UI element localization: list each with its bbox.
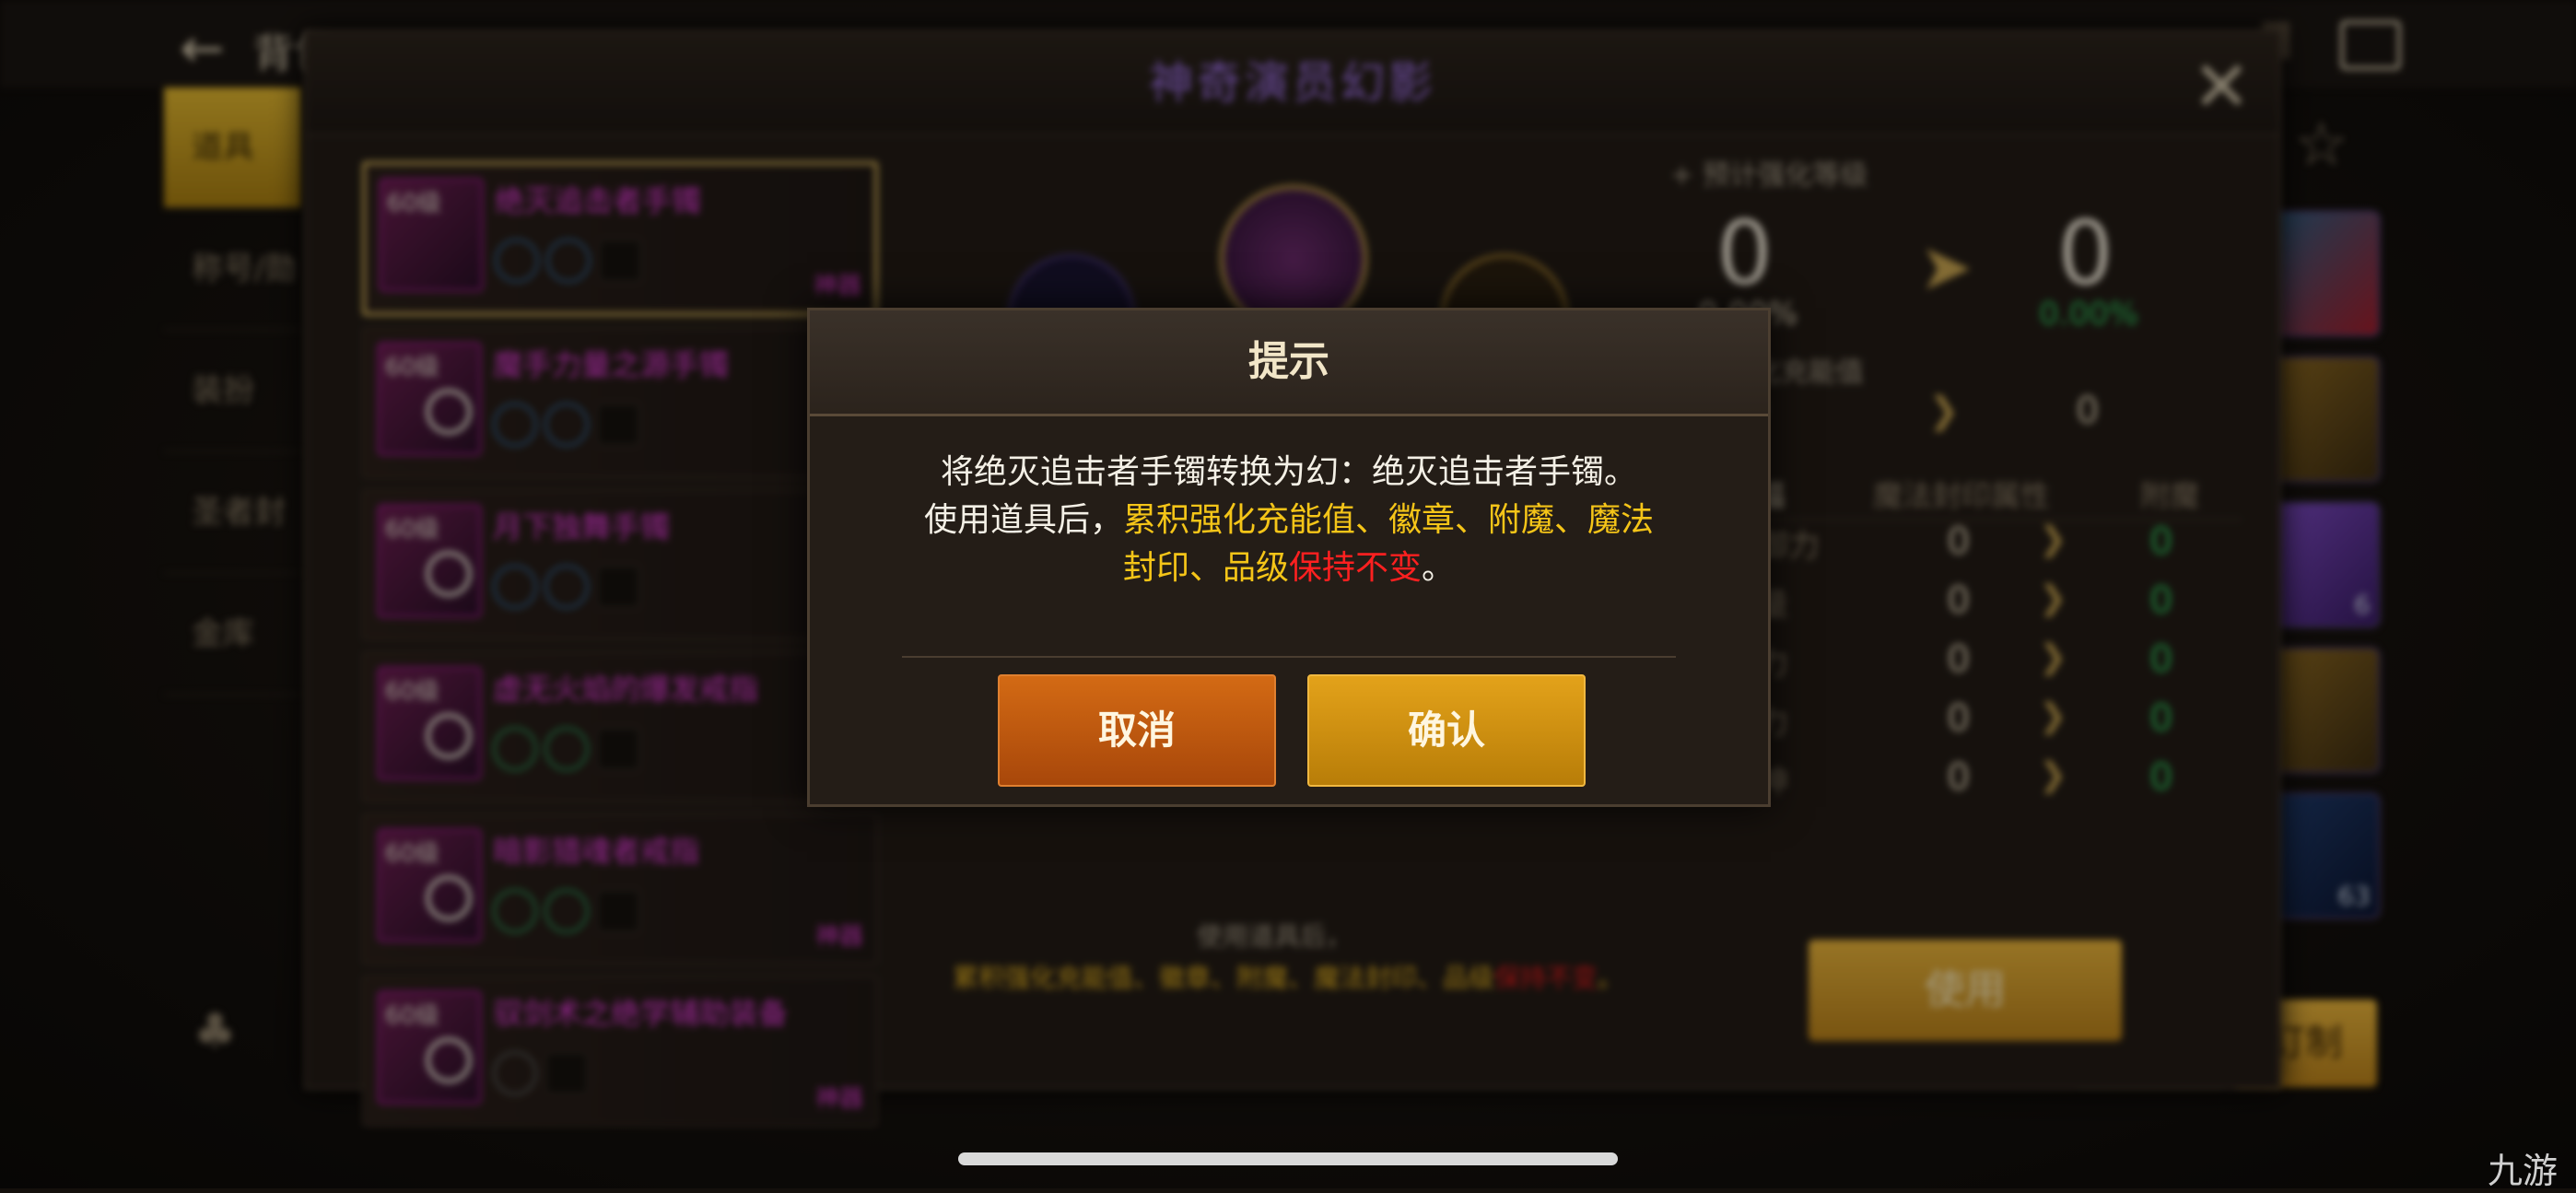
dialog-line-1: 将绝灭追击者手镯转换为幻：绝灭追击者手镯。: [940, 453, 1637, 491]
dialog-message: 将绝灭追击者手镯转换为幻：绝灭追击者手镯。 使用道具后，累积强化充能值、徽章、附…: [810, 449, 1768, 592]
confirm-button[interactable]: 确认: [1307, 674, 1586, 787]
dialog-line-2: 使用道具后，累积强化充能值、徽章、附魔、魔法: [923, 501, 1655, 539]
dialog-title: 提示: [810, 310, 1768, 416]
cancel-button[interactable]: 取消: [998, 674, 1276, 787]
home-indicator[interactable]: [958, 1152, 1618, 1165]
dialog-divider: [902, 656, 1676, 658]
dialog-line-3: 封印、品级保持不变。: [1122, 549, 1456, 587]
watermark: 九游: [2488, 1151, 2558, 1191]
confirm-dialog: 提示 将绝灭追击者手镯转换为幻：绝灭追击者手镯。 使用道具后，累积强化充能值、徽…: [807, 308, 1771, 807]
